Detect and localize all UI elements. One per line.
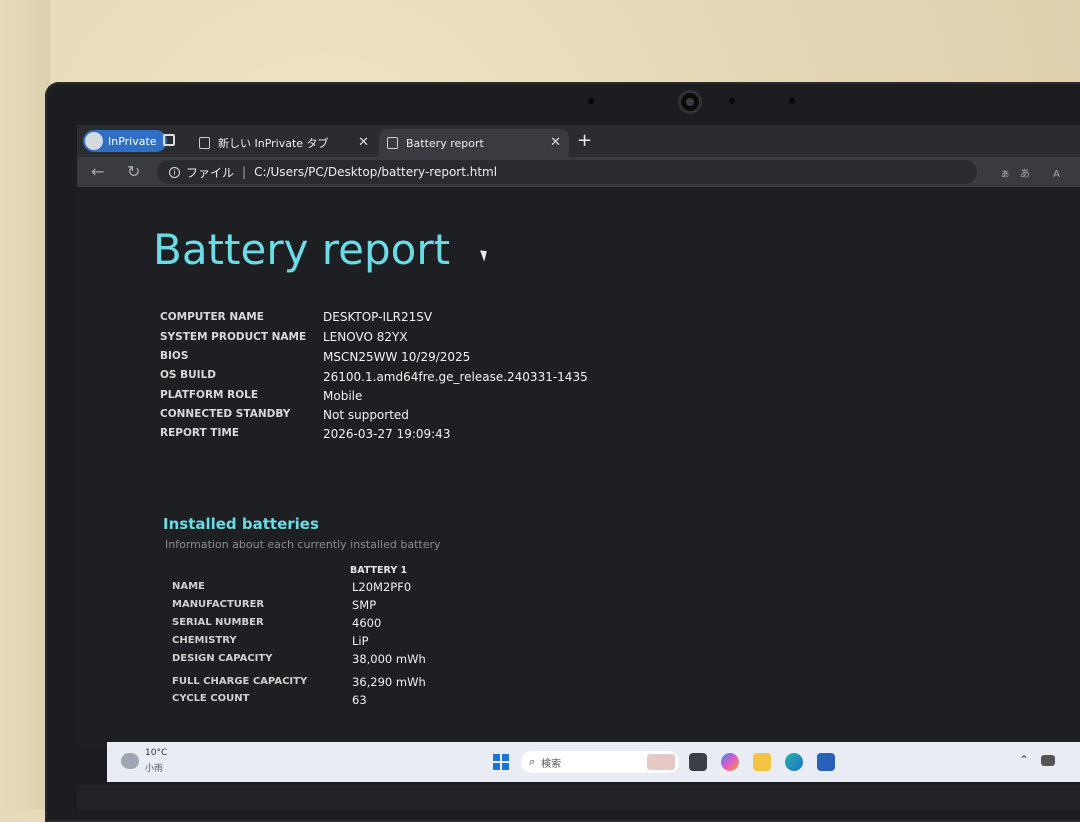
address-separator: | <box>242 165 247 179</box>
battery-field-value: 36,290 mWh <box>352 675 426 689</box>
weather-temperature[interactable]: 10°C <box>145 748 167 758</box>
battery-column-header: BATTERY 1 <box>350 565 408 576</box>
inprivate-badge[interactable]: InPrivate <box>83 130 167 152</box>
field-value: DESKTOP-ILR21SV <box>323 310 433 324</box>
url-text[interactable]: C:/Users/PC/Desktop/battery-report.html <box>254 165 497 179</box>
mouse-cursor-icon <box>480 248 490 262</box>
battery-field-label: SERIAL NUMBER <box>172 617 264 628</box>
tab-new-inprivate[interactable]: 新しい InPrivate タブ ✕ <box>191 129 377 157</box>
field-value: LENOVO 82YX <box>323 330 408 344</box>
battery-field-label: NAME <box>172 581 205 592</box>
search-highlight-icon <box>647 754 675 770</box>
webcam-lens <box>686 98 694 106</box>
section-heading: Installed batteries <box>163 515 319 533</box>
tab-battery-report[interactable]: Battery report ✕ <box>379 129 569 157</box>
field-value: Not supported <box>323 408 409 422</box>
refresh-icon[interactable]: ↻ <box>127 162 140 181</box>
battery-field-label: CYCLE COUNT <box>172 693 250 704</box>
read-aloud-icon[interactable]: ぁあ A <box>1000 165 1070 180</box>
weather-description[interactable]: 小雨 <box>145 761 163 774</box>
field-value: MSCN25WW 10/29/2025 <box>323 350 471 364</box>
weather-cloud-icon[interactable] <box>121 753 139 769</box>
tab-label: 新しい InPrivate タブ <box>218 137 329 150</box>
field-label: CONNECTED STANDBY <box>160 408 291 420</box>
battery-field-value: 4600 <box>352 616 382 630</box>
field-value: 2026-03-27 19:09:43 <box>323 427 451 441</box>
sensor-dot <box>588 98 594 104</box>
field-value: 26100.1.amd64fre.ge_release.240331-1435 <box>323 370 588 384</box>
avatar <box>85 132 103 150</box>
back-icon[interactable]: ← <box>91 162 104 181</box>
field-value: Mobile <box>323 389 363 403</box>
battery-field-label: MANUFACTURER <box>172 599 265 610</box>
page-content: Battery report COMPUTER NAME DESKTOP-ILR… <box>77 187 1080 747</box>
new-tab-button[interactable]: + <box>577 130 592 151</box>
close-icon[interactable]: ✕ <box>358 135 369 150</box>
inprivate-label: InPrivate <box>108 134 157 148</box>
address-bar[interactable]: i ファイル | C:/Users/PC/Desktop/battery-rep… <box>157 160 977 184</box>
tray-icon[interactable] <box>1041 755 1055 766</box>
store-icon[interactable] <box>817 753 835 771</box>
battery-field-value: 38,000 mWh <box>352 652 426 666</box>
search-icon: ⌕ <box>529 755 536 768</box>
sensor-dot <box>729 98 735 104</box>
section-subheading: Information about each currently install… <box>165 538 441 551</box>
field-label: PLATFORM ROLE <box>160 389 259 401</box>
background-wall <box>0 0 50 810</box>
field-label: SYSTEM PRODUCT NAME <box>160 331 307 343</box>
chevron-up-icon[interactable]: ⌃ <box>1019 753 1029 767</box>
windows-start-icon[interactable] <box>493 754 509 770</box>
battery-field-value: 63 <box>352 693 367 707</box>
file-explorer-icon[interactable] <box>753 753 771 771</box>
field-label: REPORT TIME <box>160 427 240 439</box>
battery-field-value: L20M2PF0 <box>352 580 412 594</box>
scheme-label: ファイル <box>186 165 235 180</box>
battery-field-value: LiP <box>352 634 369 648</box>
field-label: BIOS <box>160 350 189 362</box>
battery-field-label: CHEMISTRY <box>172 635 237 646</box>
tab-actions-icon[interactable] <box>163 134 175 146</box>
field-label: COMPUTER NAME <box>160 311 264 323</box>
taskbar-search[interactable]: ⌕ 検索 <box>521 751 679 773</box>
search-placeholder: 検索 <box>541 758 562 770</box>
screen: InPrivate 新しい InPrivate タブ ✕ Battery rep… <box>77 125 1080 785</box>
tab-strip: InPrivate 新しい InPrivate タブ ✕ Battery rep… <box>77 125 1080 157</box>
field-label: OS BUILD <box>160 369 216 381</box>
new-tab-page-icon <box>199 137 210 149</box>
battery-field-value: SMP <box>352 598 377 612</box>
page-title: Battery report <box>153 225 451 274</box>
laptop-bottom-bezel <box>77 785 1080 810</box>
info-icon[interactable]: i <box>169 166 180 178</box>
taskbar: 10°C 小雨 ⌕ 検索 ⌃ <box>107 742 1080 782</box>
battery-field-label: DESIGN CAPACITY <box>172 653 273 664</box>
sensor-dot <box>789 98 795 104</box>
edge-icon[interactable] <box>785 753 803 771</box>
document-icon <box>387 137 398 149</box>
task-view-icon[interactable] <box>689 753 707 771</box>
close-icon[interactable]: ✕ <box>550 135 561 150</box>
tab-label: Battery report <box>406 136 484 150</box>
copilot-icon[interactable] <box>721 753 739 771</box>
battery-field-label: FULL CHARGE CAPACITY <box>172 676 308 687</box>
navigation-bar: ← ↻ i ファイル | C:/Users/PC/Desktop/battery… <box>77 157 1080 187</box>
